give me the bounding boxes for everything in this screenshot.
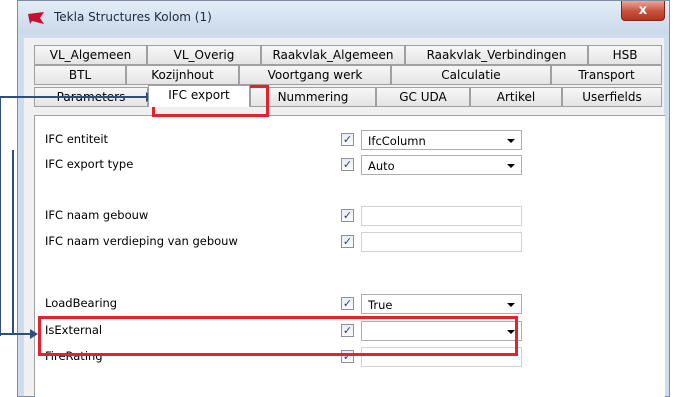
loadbearing-select[interactable]: True — [361, 294, 522, 314]
loadbearing-label: LoadBearing — [45, 296, 118, 310]
dialog-window: Tekla Structures Kolom (1) x VL_Algemeen… — [17, 0, 670, 397]
ifc-naam-gebouw-checkbox[interactable]: ✓ — [341, 209, 354, 222]
ifc-entiteit-select[interactable]: IfcColumn — [361, 130, 522, 150]
firerating-label: FireRating — [45, 349, 103, 363]
tab-gc-uda[interactable]: GC UDA — [376, 87, 470, 107]
firerating-input[interactable] — [361, 347, 522, 367]
annotation-connector-bottom — [0, 333, 32, 335]
annotation-connector-inner — [12, 150, 14, 334]
ifc-export-type-value: Auto — [368, 159, 395, 173]
ifc-naam-gebouw-input[interactable] — [361, 206, 522, 226]
close-button[interactable]: x — [621, 1, 665, 21]
ifc-export-panel: IFC entiteit ✓ IfcColumn IFC export type… — [34, 115, 665, 397]
title-bar[interactable]: Tekla Structures Kolom (1) x — [18, 1, 669, 34]
chevron-down-icon — [507, 330, 515, 334]
annotation-connector-top — [0, 96, 148, 98]
tab-hsb[interactable]: HSB — [588, 45, 662, 65]
ifc-entiteit-checkbox[interactable]: ✓ — [341, 133, 354, 146]
ifc-entiteit-label: IFC entiteit — [45, 132, 109, 146]
chevron-down-icon — [507, 164, 515, 168]
tab-vl-overig[interactable]: VL_Overig — [147, 45, 261, 65]
tab-transport[interactable]: Transport — [551, 65, 662, 85]
tab-raakvlak-algemeen[interactable]: Raakvlak_Algemeen — [261, 45, 405, 65]
ifc-entiteit-value: IfcColumn — [368, 134, 426, 148]
isexternal-select[interactable] — [361, 321, 522, 341]
ifc-export-type-select[interactable]: Auto — [361, 155, 522, 175]
tab-userfields[interactable]: Userfields — [562, 87, 662, 107]
close-icon: x — [638, 3, 648, 18]
tab-raakvlak-verbindingen[interactable]: Raakvlak_Verbindingen — [405, 45, 588, 65]
ifc-naam-gebouw-label: IFC naam gebouw — [45, 208, 149, 222]
tab-calculatie[interactable]: Calculatie — [391, 65, 551, 85]
ifc-export-type-checkbox[interactable]: ✓ — [341, 158, 354, 171]
tab-kozijnhout[interactable]: Kozijnhout — [126, 65, 239, 85]
ifc-naam-verdieping-input[interactable] — [361, 232, 522, 252]
isexternal-label: IsExternal — [45, 323, 103, 337]
chevron-down-icon — [507, 139, 515, 143]
firerating-checkbox[interactable]: ✓ — [341, 350, 354, 363]
window-title: Tekla Structures Kolom (1) — [54, 10, 212, 24]
tab-btl[interactable]: BTL — [34, 65, 126, 85]
tab-artikel[interactable]: Artikel — [470, 87, 562, 107]
tab-nummering[interactable]: Nummering — [250, 87, 376, 107]
tab-voortgang-werk[interactable]: Voortgang werk — [239, 65, 391, 85]
dialog-client-area: VL_Algemeen VL_Overig Raakvlak_Algemeen … — [24, 38, 665, 397]
loadbearing-checkbox[interactable]: ✓ — [341, 297, 354, 310]
tab-ifc-export[interactable]: IFC export — [148, 85, 250, 107]
isexternal-checkbox[interactable]: ✓ — [341, 324, 354, 337]
ifc-naam-verdieping-checkbox[interactable]: ✓ — [341, 235, 354, 248]
tekla-app-icon — [28, 12, 44, 24]
tab-vl-algemeen[interactable]: VL_Algemeen — [34, 45, 147, 65]
chevron-down-icon — [507, 303, 515, 307]
ifc-naam-verdieping-label: IFC naam verdieping van gebouw — [45, 234, 238, 248]
arrow-right-icon — [30, 329, 38, 339]
loadbearing-value: True — [368, 298, 393, 312]
ifc-export-type-label: IFC export type — [45, 157, 134, 171]
annotation-connector-vertical — [0, 96, 1, 336]
